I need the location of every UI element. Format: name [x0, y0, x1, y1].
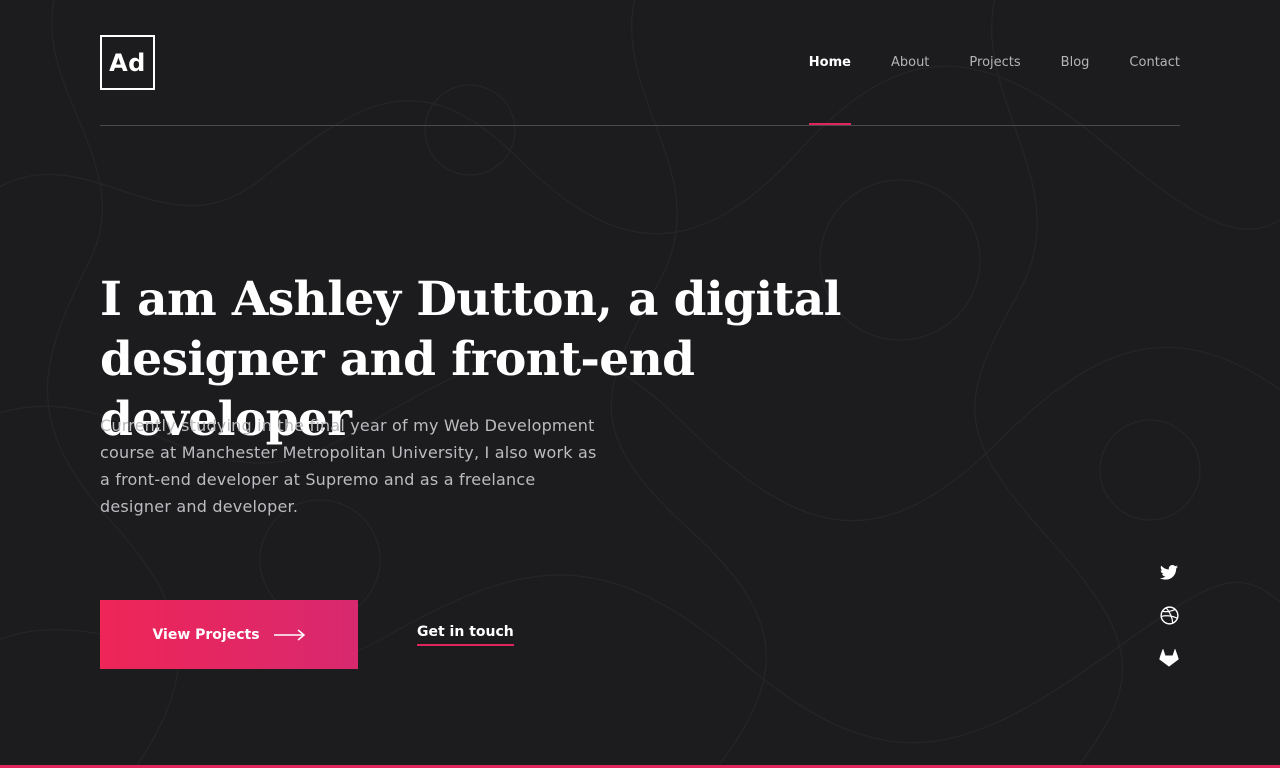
nav-item-contact[interactable]: Contact — [1129, 0, 1180, 126]
dribbble-icon[interactable] — [1158, 605, 1180, 625]
gitlab-icon[interactable] — [1158, 648, 1180, 668]
get-in-touch-link[interactable]: Get in touch — [417, 624, 514, 646]
logo[interactable]: Ad — [100, 35, 155, 90]
view-projects-label: View Projects — [152, 626, 260, 643]
header-divider — [100, 125, 1180, 126]
nav-item-about[interactable]: About — [891, 0, 929, 126]
social-links — [1158, 562, 1180, 668]
arrow-right-icon — [273, 628, 305, 641]
view-projects-button[interactable]: View Projects — [100, 600, 358, 669]
hero-intro: Currently studying in the final year of … — [100, 416, 597, 516]
main-nav: Home About Projects Blog Contact — [769, 0, 1180, 126]
nav-item-home[interactable]: Home — [808, 0, 852, 126]
nav-item-projects[interactable]: Projects — [969, 0, 1020, 126]
nav-item-blog[interactable]: Blog — [1061, 0, 1090, 126]
twitter-icon[interactable] — [1158, 562, 1180, 582]
